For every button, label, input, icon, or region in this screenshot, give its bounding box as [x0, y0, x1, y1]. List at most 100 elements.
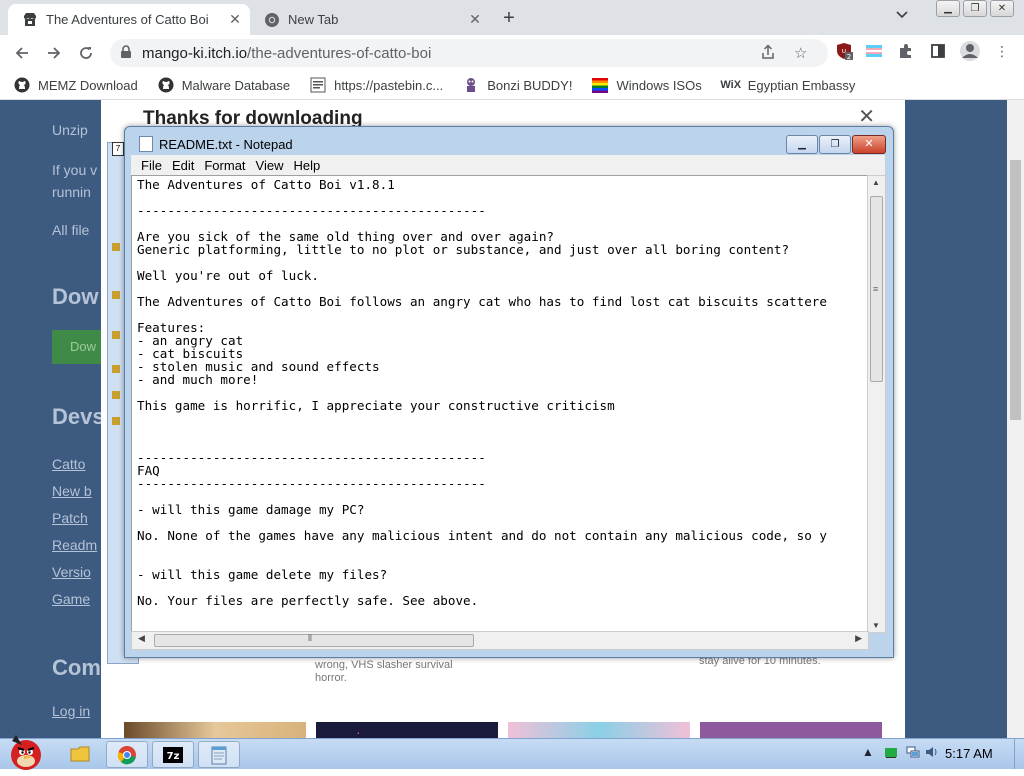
bookmark-memz-download[interactable]: MEMZ Download: [14, 77, 138, 93]
lock-icon[interactable]: [120, 45, 132, 64]
tray-expand-icon[interactable]: ▲: [862, 745, 874, 759]
page-scrollbar-thumb[interactable]: [1010, 160, 1021, 420]
devlog-link[interactable]: Game: [52, 591, 90, 607]
sevenzip-taskbar-icon[interactable]: 7z: [152, 741, 194, 768]
folder-icon: [112, 291, 120, 299]
minimize-button[interactable]: ▁: [936, 0, 960, 17]
devlog-link[interactable]: Versio: [52, 564, 91, 580]
menu-help[interactable]: Help: [293, 158, 320, 173]
bookmark-windows-isos[interactable]: Windows ISOs: [592, 77, 702, 93]
side-panel-icon[interactable]: [928, 41, 948, 61]
menu-file[interactable]: File: [141, 158, 162, 173]
ublock-extension-icon[interactable]: u2: [834, 41, 854, 61]
extension-badge: 2: [847, 53, 851, 60]
folder-icon: [112, 331, 120, 339]
bookmark-star-icon[interactable]: ☆: [794, 44, 807, 62]
bookmark-pastebin[interactable]: https://pastebin.c...: [310, 77, 443, 93]
card-description: wrong, VHS slasher survival: [315, 659, 453, 671]
window-controls: ▁ ❐ ✕: [936, 0, 1014, 17]
chrome-icon: [264, 12, 280, 28]
windows-flag-icon: [592, 77, 609, 93]
action-center-flag-icon[interactable]: [884, 745, 898, 762]
scroll-down-arrow-icon[interactable]: ▼: [872, 621, 880, 630]
kebab-menu-icon[interactable]: ⋮: [992, 41, 1012, 61]
notepad-close-button[interactable]: ✕: [852, 135, 886, 154]
notepad-title-bar[interactable]: README.txt - Notepad: [139, 136, 293, 152]
close-tab-icon[interactable]: ✕: [468, 12, 482, 26]
tab-strip: The Adventures of Catto Boi b ✕ New Tab …: [0, 0, 1024, 35]
folder-icon: [112, 417, 120, 425]
reload-icon[interactable]: [74, 41, 98, 65]
wix-icon: WiX: [720, 79, 742, 91]
svg-text:7z: 7z: [167, 751, 180, 762]
sevenzip-icon: 7: [112, 142, 124, 156]
url-text: mango-ki.itch.io/the-adventures-of-catto…: [142, 45, 431, 62]
devlog-link[interactable]: Catto: [52, 456, 85, 472]
devlog-link[interactable]: New b: [52, 483, 92, 499]
tab-new-tab[interactable]: New Tab ✕: [250, 4, 490, 35]
bookmark-egyptian-embassy[interactable]: WiX Egyptian Embassy: [720, 77, 856, 93]
network-icon[interactable]: [906, 745, 920, 762]
scroll-left-arrow-icon[interactable]: ◀: [138, 633, 145, 644]
notepad-horizontal-scroll-thumb[interactable]: [154, 634, 474, 647]
close-window-button[interactable]: ✕: [990, 0, 1014, 17]
page-scrollbar[interactable]: [1007, 100, 1024, 740]
profile-avatar-icon[interactable]: [958, 39, 982, 63]
bookmarks-bar: MEMZ Download Malware Database https://p…: [0, 71, 1024, 100]
file-explorer-icon[interactable]: [60, 741, 100, 766]
itchio-icon: [22, 12, 38, 28]
volume-icon[interactable]: [925, 745, 939, 762]
maximize-button[interactable]: ❐: [963, 0, 987, 17]
login-link[interactable]: Log in: [52, 703, 90, 719]
notepad-title: README.txt - Notepad: [159, 136, 293, 152]
github-icon: [158, 77, 174, 93]
notepad-taskbar-icon[interactable]: [198, 741, 240, 768]
notepad-horizontal-scrollbar[interactable]: ◀ ⦀ ▶: [131, 631, 869, 650]
chrome-taskbar-icon[interactable]: [106, 741, 148, 768]
downloads-heading: Dow: [52, 284, 99, 309]
tab-title: The Adventures of Catto Boi b: [46, 12, 208, 27]
tab-search-chevron-icon[interactable]: [896, 8, 908, 22]
notepad-content[interactable]: The Adventures of Catto Boi v1.8.1 -----…: [137, 178, 827, 607]
close-tab-icon[interactable]: ✕: [228, 12, 242, 26]
folder-icon: [112, 391, 120, 399]
notepad-maximize-button[interactable]: ❐: [819, 135, 851, 154]
bonzi-icon: [463, 77, 479, 93]
start-button-angry-bird-icon[interactable]: [2, 731, 48, 771]
bookmark-bonzi-buddy[interactable]: Bonzi BUDDY!: [463, 77, 572, 93]
bookmark-label: Malware Database: [181, 77, 291, 93]
notepad-minimize-button[interactable]: ▁: [786, 135, 818, 154]
menu-edit[interactable]: Edit: [172, 158, 194, 173]
taskbar-clock[interactable]: 5:17 AM: [945, 746, 993, 761]
puzzle-extensions-icon[interactable]: [896, 41, 916, 61]
address-bar[interactable]: mango-ki.itch.io/the-adventures-of-catto…: [110, 39, 828, 67]
menu-view[interactable]: View: [256, 158, 284, 173]
bookmark-malware-database[interactable]: Malware Database: [158, 77, 290, 93]
bookmark-label: Egyptian Embassy: [747, 77, 856, 93]
page-main-column: Unzip If you v runnin All file Dow Dow D…: [42, 100, 105, 740]
trans-flag-extension-icon[interactable]: [864, 41, 884, 61]
devlog-link[interactable]: Patch: [52, 510, 88, 526]
github-icon: [14, 77, 30, 93]
back-arrow-icon[interactable]: [10, 41, 34, 65]
page-text: Unzip: [52, 122, 88, 138]
notepad-vertical-scrollbar[interactable]: ▲ ≡ ▼: [867, 175, 886, 633]
bookmark-label: MEMZ Download: [38, 77, 138, 93]
scroll-right-arrow-icon[interactable]: ▶: [855, 633, 862, 644]
download-button[interactable]: Dow: [52, 330, 102, 364]
show-desktop-button[interactable]: [1014, 739, 1024, 769]
new-tab-button[interactable]: +: [498, 7, 520, 30]
taskbar: 7z ▲ 5:17 AM: [0, 735, 1024, 770]
share-icon[interactable]: [760, 44, 776, 64]
notepad-window[interactable]: README.txt - Notepad ▁ ❐ ✕ File Edit For…: [124, 126, 894, 658]
devlog-heading: Devs: [52, 404, 105, 429]
pastebin-icon: [310, 77, 326, 93]
menu-format[interactable]: Format: [204, 158, 245, 173]
notepad-text-area[interactable]: The Adventures of Catto Boi v1.8.1 -----…: [131, 175, 869, 633]
scroll-up-arrow-icon[interactable]: ▲: [872, 178, 880, 187]
devlog-link[interactable]: Readm: [52, 537, 97, 553]
page-text: If you v: [52, 162, 98, 178]
tab-catto-boi[interactable]: The Adventures of Catto Boi b ✕: [8, 4, 250, 35]
forward-arrow-icon[interactable]: [42, 41, 66, 65]
download-button-label: Dow: [70, 339, 97, 354]
